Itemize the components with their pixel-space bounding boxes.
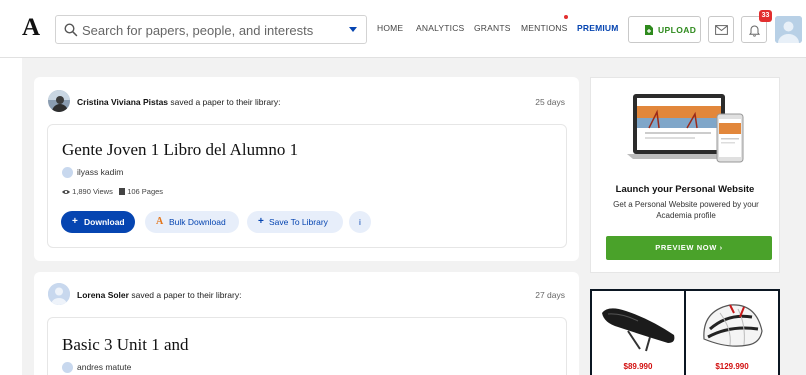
avatar[interactable] <box>48 90 70 112</box>
ad-title: Launch your Personal Website <box>615 184 755 195</box>
bell-icon <box>748 25 761 37</box>
search-input[interactable] <box>82 20 332 40</box>
academia-logo[interactable]: A <box>22 14 40 42</box>
timestamp: 27 days <box>535 290 565 300</box>
feed-card: Cristina Viviana Pistas saved a paper to… <box>34 77 579 261</box>
notification-count-badge: 33 <box>759 10 772 22</box>
user-avatar-icon <box>775 16 802 43</box>
product-price: $89.990 <box>623 362 653 371</box>
product-helmet[interactable]: $129.990 <box>686 291 778 375</box>
upload-button[interactable]: UPLOAD <box>628 16 701 43</box>
devices-illustration <box>627 94 744 163</box>
ad-description: Get a Personal Website powered by your A… <box>613 200 759 220</box>
academia-a-icon: A <box>156 216 164 227</box>
author-name[interactable]: ilyass kadim <box>77 167 123 177</box>
timestamp: 25 days <box>535 97 565 107</box>
paper-title[interactable]: Basic 3 Unit 1 and <box>62 335 189 355</box>
document-plus-icon <box>645 25 653 35</box>
user-avatar-icon <box>48 283 70 305</box>
pages-count: 106 Pages <box>127 187 164 196</box>
product-saddle[interactable]: $89.990 <box>592 291 684 375</box>
user-avatar[interactable] <box>775 16 802 43</box>
nav-analytics[interactable]: ANALYTICS <box>416 23 464 33</box>
preview-label: PREVIEW NOW <box>655 243 717 252</box>
info-button[interactable]: i <box>349 211 371 233</box>
author-avatar <box>62 362 73 373</box>
eye-icon <box>62 190 70 194</box>
author-name[interactable]: andres matute <box>77 362 131 372</box>
mentions-new-dot <box>564 15 568 19</box>
nav-home[interactable]: HOME <box>377 23 403 33</box>
bulk-download-label: Bulk Download <box>169 217 226 227</box>
nav-mentions[interactable]: MENTIONS <box>521 23 567 33</box>
user-photo-icon <box>48 90 70 112</box>
paper-card: Gente Joven 1 Libro del Alumno 1 ilyass … <box>47 124 567 248</box>
download-label: Download <box>84 217 125 227</box>
nav-premium[interactable]: PREMIUM <box>577 23 619 33</box>
plus-icon: + <box>72 216 78 227</box>
product-price: $129.990 <box>715 362 749 371</box>
activity-text: Lorena Soler saved a paper to their libr… <box>77 290 241 300</box>
save-label: Save To Library <box>269 217 328 227</box>
mail-icon <box>715 25 728 35</box>
chevron-down-icon[interactable] <box>349 27 357 32</box>
download-button[interactable]: + Download <box>61 211 135 233</box>
saddle-image <box>602 308 675 352</box>
helmet-image <box>703 304 763 347</box>
activity-action: saved a paper to their library: <box>170 97 281 107</box>
messages-button[interactable] <box>708 16 734 43</box>
actor-name[interactable]: Cristina Viviana Pistas <box>77 97 168 107</box>
save-to-library-button[interactable]: + Save To Library <box>247 211 343 233</box>
paper-title[interactable]: Gente Joven 1 Libro del Alumno 1 <box>62 140 298 160</box>
paper-stats: 1,890 Views 106 Pages <box>62 187 163 196</box>
plus-icon: + <box>258 216 264 227</box>
personal-website-ad: Launch your Personal Website Get a Perso… <box>590 77 780 273</box>
upload-label: UPLOAD <box>658 25 697 35</box>
activity-text: Cristina Viviana Pistas saved a paper to… <box>77 97 281 107</box>
product-ad[interactable]: $89.990 $129.990 <box>590 289 780 375</box>
feed-card: Lorena Soler saved a paper to their libr… <box>34 272 579 375</box>
chevron-right-icon: › <box>719 243 723 252</box>
pages-icon <box>119 188 126 195</box>
search-icon <box>64 23 78 37</box>
search-box[interactable] <box>55 15 367 44</box>
preview-now-button[interactable]: PREVIEW NOW › <box>606 236 772 260</box>
bulk-download-button[interactable]: A Bulk Download <box>145 211 239 233</box>
actor-name[interactable]: Lorena Soler <box>77 290 129 300</box>
author-avatar <box>62 167 73 178</box>
info-icon: i <box>359 217 361 227</box>
nav-grants[interactable]: GRANTS <box>474 23 511 33</box>
activity-action: saved a paper to their library: <box>131 290 242 300</box>
avatar[interactable] <box>48 283 70 305</box>
main-content: Cristina Viviana Pistas saved a paper to… <box>22 58 806 375</box>
top-navigation-bar: A HOME ANALYTICS GRANTS MENTIONS PREMIUM… <box>0 0 806 58</box>
views-count: 1,890 Views <box>72 187 113 196</box>
paper-card: Basic 3 Unit 1 and andres matute <box>47 317 567 375</box>
